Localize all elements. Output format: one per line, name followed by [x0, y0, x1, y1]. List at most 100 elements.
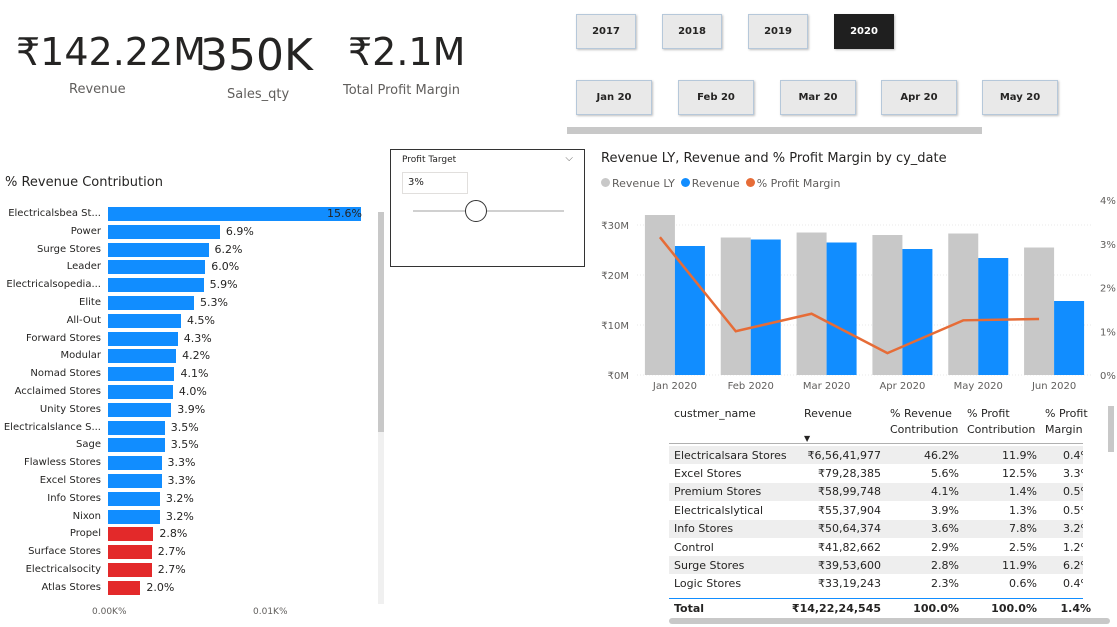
- cell-profit-margin: 3.3%: [1063, 466, 1083, 480]
- customer-table: custmer_name Revenue ▼ % Revenue Contrib…: [669, 402, 1091, 622]
- x-axis-tick: Jun 2020: [1031, 381, 1076, 392]
- legend-profit-margin[interactable]: % Profit Margin: [745, 177, 840, 190]
- data-label: 4.0%: [178, 385, 207, 398]
- table-row[interactable]: Logic Stores ₹33,19,243 2.3% 0.6% 0.4%: [669, 575, 1083, 593]
- cell-profit-margin: 3.2%: [1063, 522, 1083, 536]
- revenue-contribution-bar[interactable]: [108, 296, 194, 310]
- revenue-contribution-bar[interactable]: [108, 367, 175, 382]
- data-label: 2.8%: [159, 527, 188, 541]
- revenue-bar[interactable]: [750, 239, 781, 376]
- data-label: 4.1%: [180, 367, 209, 381]
- header-profit-contribution[interactable]: % Profit Contribution: [967, 406, 1039, 438]
- month-button-mar[interactable]: Mar 20: [780, 80, 856, 115]
- revenue-contribution-bar[interactable]: [108, 509, 160, 524]
- sales-qty-kpi-label: Sales_qty: [227, 87, 290, 102]
- revenue-contribution-bar[interactable]: [108, 349, 177, 364]
- header-profit-margin[interactable]: % Profit Margin: [1045, 406, 1091, 438]
- revenue-bar[interactable]: [1054, 301, 1085, 375]
- revenue-contribution-bar[interactable]: [108, 438, 165, 453]
- cell-revenue: ₹33,19,243: [818, 577, 881, 591]
- table-row[interactable]: Control ₹41,82,662 2.9% 2.5% 1.2%: [669, 538, 1083, 556]
- category-label: Flawless Stores: [23, 457, 101, 469]
- revenue-contribution-bar[interactable]: [108, 313, 181, 328]
- revenue-contribution-chart: Electricalsbea St... 15.6% Power 6.9% Surge …: [0, 200, 380, 600]
- data-label: 4.5%: [186, 313, 215, 327]
- chevron-down-icon[interactable]: ⌵: [565, 153, 573, 164]
- revenue-contribution-bar[interactable]: [108, 420, 165, 435]
- revenue-contribution-bar[interactable]: [108, 491, 160, 506]
- table-header-divider: [669, 443, 1083, 444]
- revenue-contribution-bar[interactable]: [108, 242, 209, 257]
- category-label: Sage: [76, 439, 101, 451]
- revenue-contribution-scroll-track: [378, 432, 384, 604]
- table-body: Electricalsara Stores ₹6,56,41,977 46.2% 11…: [669, 445, 1083, 595]
- table-vertical-scrollbar[interactable]: [1108, 406, 1114, 452]
- revenue-ly-bar[interactable]: [1024, 247, 1055, 376]
- revenue-contribution-bar[interactable]: [108, 456, 162, 471]
- table-row[interactable]: Electricalslytical ₹55,37,904 3.9% 1.3% 0.5%: [669, 501, 1083, 519]
- table-horizontal-scrollbar[interactable]: [669, 618, 1110, 624]
- year-button-2018[interactable]: 2018: [662, 14, 722, 49]
- category-label: Electricalsbea St...: [8, 208, 101, 219]
- month-slicer-scrollbar[interactable]: [567, 127, 982, 134]
- y-axis-tick: ₹0M: [608, 371, 629, 382]
- category-label: Propel: [69, 528, 101, 540]
- cell-revenue: ₹39,53,600: [818, 558, 881, 572]
- category-label: All-Out: [66, 314, 101, 326]
- revenue-bar[interactable]: [978, 258, 1009, 375]
- y-axis-tick: ₹20M: [601, 271, 629, 282]
- month-button-may[interactable]: May 20: [982, 80, 1058, 115]
- y-axis-tick: ₹30M: [601, 221, 629, 232]
- month-button-feb[interactable]: Feb 20: [678, 80, 754, 115]
- table-row[interactable]: Premium Stores ₹58,99,748 4.1% 1.4% 0.5%: [669, 482, 1083, 501]
- revenue-ly-bar[interactable]: [720, 237, 751, 376]
- x-axis-tick: Jan 2020: [652, 381, 697, 392]
- header-revenue[interactable]: Revenue: [804, 406, 874, 422]
- revenue-ly-bar[interactable]: [796, 232, 827, 376]
- year-button-2020[interactable]: 2020: [834, 14, 894, 49]
- revenue-contribution-bar[interactable]: [108, 527, 154, 542]
- table-row[interactable]: Excel Stores ₹79,28,385 5.6% 12.5% 3.3%: [669, 464, 1083, 482]
- header-customer[interactable]: custmer_name: [674, 406, 789, 422]
- table-row[interactable]: Electricalsara Stores ₹6,56,41,977 46.2% 11…: [669, 446, 1083, 464]
- revenue-contribution-bar[interactable]: [108, 260, 206, 275]
- data-label: 4.3%: [183, 331, 212, 345]
- table-row[interactable]: Info Stores ₹50,64,374 3.6% 7.8% 3.2%: [669, 519, 1083, 538]
- revenue-contribution-bar[interactable]: [108, 207, 361, 221]
- cell-revenue-contribution: 5.6%: [931, 466, 959, 480]
- revenue-contribution-bar[interactable]: [108, 545, 152, 560]
- data-label: 4.2%: [182, 349, 211, 363]
- month-button-jan[interactable]: Jan 20: [576, 80, 652, 115]
- revenue-contribution-scrollbar[interactable]: [378, 212, 384, 432]
- revenue-contribution-bar[interactable]: [108, 224, 220, 239]
- revenue-contribution-bar[interactable]: [108, 385, 173, 399]
- table-row[interactable]: Surge Stores ₹39,53,600 2.8% 11.9% 6.2%: [669, 556, 1083, 575]
- year-button-2017[interactable]: 2017: [576, 14, 636, 49]
- revenue-contribution-bar[interactable]: [108, 331, 178, 346]
- legend-revenue-ly[interactable]: Revenue LY: [601, 177, 675, 190]
- revenue-contribution-bar[interactable]: [108, 278, 204, 293]
- y2-axis-tick: 2%: [1100, 284, 1116, 295]
- profit-target-input[interactable]: 3%: [402, 172, 468, 194]
- data-label: 3.5%: [170, 438, 199, 452]
- revenue-contribution-bar[interactable]: [108, 474, 162, 488]
- revenue-contribution-bar[interactable]: [108, 563, 152, 577]
- year-button-2019[interactable]: 2019: [748, 14, 808, 49]
- revenue-ly-bar[interactable]: [948, 233, 979, 376]
- revenue-bar[interactable]: [826, 242, 857, 376]
- category-label: Atlas Stores: [41, 581, 101, 593]
- legend-revenue[interactable]: Revenue: [680, 177, 740, 190]
- revenue-contribution-bar[interactable]: [108, 580, 141, 595]
- total-revenue-contribution: 100.0%: [913, 601, 959, 615]
- revenue-bar[interactable]: [902, 249, 933, 375]
- cell-revenue: ₹6,56,41,977: [807, 448, 881, 462]
- profit-target-slider-track[interactable]: [413, 210, 564, 212]
- revenue-contribution-bar[interactable]: [108, 402, 172, 417]
- profit-target-slider-thumb[interactable]: [465, 200, 487, 222]
- data-label: 3.2%: [165, 491, 194, 505]
- month-button-apr[interactable]: Apr 20: [881, 80, 957, 115]
- header-revenue-contribution[interactable]: % Revenue Contribution: [890, 406, 960, 438]
- data-label: 3.9%: [177, 402, 206, 416]
- revenue-bar[interactable]: [674, 246, 705, 375]
- cell-profit-contribution: 2.5%: [1009, 540, 1037, 554]
